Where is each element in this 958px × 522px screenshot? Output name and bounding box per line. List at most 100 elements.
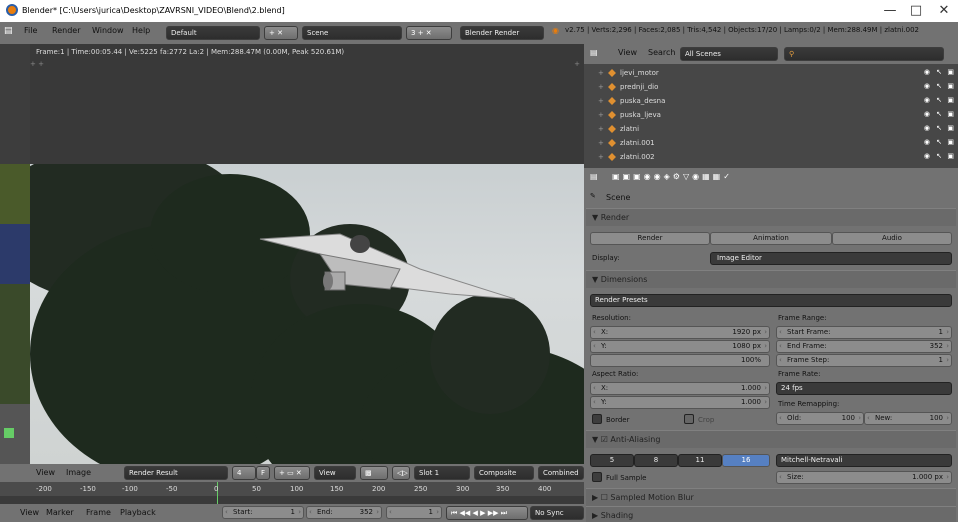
image-select[interactable]: Render Result — [124, 466, 228, 480]
slot-prev-next[interactable]: ◁▷ — [392, 466, 410, 480]
region-toggle-right-icon[interactable]: + — [574, 60, 580, 68]
cursor-icon[interactable]: ↖ — [936, 124, 942, 132]
aspect-y-field[interactable]: ‹ Y: 1.000 › — [590, 396, 770, 409]
image-view-select[interactable]: View — [314, 466, 356, 480]
timeline-marker-menu[interactable]: Marker — [46, 508, 74, 517]
eye-icon[interactable]: ◉ — [924, 124, 930, 132]
camera-icon[interactable]: ▣ — [947, 152, 954, 160]
cursor-icon[interactable]: ↖ — [936, 152, 942, 160]
animation-button[interactable]: Animation — [710, 232, 832, 245]
cursor-icon[interactable]: ↖ — [936, 68, 942, 76]
fake-user-button[interactable]: F — [256, 466, 270, 480]
pin-icon[interactable]: ✎ — [590, 192, 596, 200]
image-new-open-button[interactable]: + ▭ ✕ — [274, 466, 310, 480]
outliner-view-menu[interactable]: View — [618, 48, 637, 57]
sync-select[interactable]: No Sync — [530, 506, 584, 520]
camera-icon[interactable]: ▣ — [947, 138, 954, 146]
frame-step-field[interactable]: ‹ Frame Step: 1 › — [776, 354, 952, 367]
cursor-icon[interactable]: ↖ — [936, 82, 942, 90]
remap-new-field[interactable]: ‹ New: 100 › — [864, 412, 952, 425]
draw-mode-select[interactable]: ▩ — [360, 466, 388, 480]
render-presets-select[interactable]: Render Presets — [590, 294, 952, 307]
outliner-filter-select[interactable]: All Scenes — [680, 47, 778, 61]
timeline-view-menu[interactable]: View — [20, 508, 39, 517]
outliner-row[interactable]: + puska_ljeva ◉ ↖ ▣ — [590, 110, 954, 122]
audio-button[interactable]: Audio — [832, 232, 952, 245]
display-select[interactable]: Image Editor — [710, 252, 952, 265]
close-button[interactable]: ✕ — [934, 2, 954, 20]
motion-blur-panel-header[interactable]: ▶ ☐ Sampled Motion Blur — [586, 488, 956, 506]
timeline-frame-menu[interactable]: Frame — [86, 508, 111, 517]
aa-samples-5[interactable]: 5 — [590, 454, 634, 467]
menu-window[interactable]: Window — [92, 26, 124, 35]
eye-icon[interactable]: ◉ — [924, 138, 930, 146]
camera-icon[interactable]: ▣ — [947, 82, 954, 90]
aa-samples-8[interactable]: 8 — [634, 454, 678, 467]
image-menu[interactable]: Image — [66, 468, 91, 477]
outliner-row[interactable]: + prednji_dio ◉ ↖ ▣ — [590, 82, 954, 94]
playback-controls[interactable]: ⏮ ◀◀ ◀ ▶ ▶▶ ⏭ — [446, 506, 528, 520]
menu-help[interactable]: Help — [132, 26, 150, 35]
eye-icon[interactable]: ◉ — [924, 110, 930, 118]
timeline[interactable]: -200 -150 -100 -50 0 50 100 150 200 250 … — [0, 482, 584, 504]
resolution-x-field[interactable]: ‹ X: 1920 px › — [590, 326, 770, 339]
minimize-button[interactable]: — — [880, 2, 900, 20]
layout-select[interactable]: Default — [166, 26, 260, 40]
dimensions-panel-header[interactable]: ▼ Dimensions — [586, 270, 956, 288]
camera-icon[interactable]: ▣ — [947, 124, 954, 132]
outliner-search-input[interactable]: ⚲ — [784, 47, 944, 61]
camera-icon[interactable]: ▣ — [947, 68, 954, 76]
anti-aliasing-panel-header[interactable]: ▼ ☑ Anti-Aliasing — [586, 430, 956, 448]
remap-old-field[interactable]: ‹ Old: 100 › — [776, 412, 864, 425]
menu-render[interactable]: Render — [52, 26, 80, 35]
outliner-row[interactable]: + puska_desna ◉ ↖ ▣ — [590, 96, 954, 108]
camera-icon[interactable]: ▣ — [947, 110, 954, 118]
scene-add-remove[interactable]: 3 + ✕ — [406, 26, 452, 40]
border-checkbox[interactable] — [592, 414, 602, 424]
outliner-row[interactable]: + zlatni.001 ◉ ↖ ▣ — [590, 138, 954, 150]
eye-icon[interactable]: ◉ — [924, 82, 930, 90]
crop-checkbox[interactable] — [684, 414, 694, 424]
editor-type-icon[interactable]: ▤ — [4, 26, 13, 36]
outliner-row[interactable]: + zlatni.002 ◉ ↖ ▣ — [590, 152, 954, 164]
pass-select[interactable]: Combined — [538, 466, 584, 480]
cursor-icon[interactable]: ↖ — [936, 96, 942, 104]
image-view-menu[interactable]: View — [36, 468, 55, 477]
end-frame-field[interactable]: ‹ End Frame: 352 › — [776, 340, 952, 353]
properties-editor-icon[interactable]: ▤ — [590, 172, 598, 181]
aa-filter-select[interactable]: Mitchell-Netravali — [776, 454, 952, 467]
eye-icon[interactable]: ◉ — [924, 96, 930, 104]
render-button[interactable]: Render — [590, 232, 710, 245]
region-toggle-icon[interactable]: + + — [30, 60, 44, 68]
timeline-playback-menu[interactable]: Playback — [120, 508, 156, 517]
outliner-search-menu[interactable]: Search — [648, 48, 675, 57]
image-editor-viewport[interactable]: Frame:1 | Time:00:05.44 | Ve:5225 fa:277… — [30, 44, 584, 464]
frame-rate-select[interactable]: 24 fps — [776, 382, 952, 395]
maximize-button[interactable]: □ — [906, 2, 926, 20]
outliner-editor-icon[interactable]: ▤ — [590, 48, 598, 57]
context-tabs-icons[interactable]: ▣▣▣◉◉◈⚙▽◉▦▦✓ — [612, 172, 733, 181]
resolution-y-field[interactable]: ‹ Y: 1080 px › — [590, 340, 770, 353]
camera-icon[interactable]: ▣ — [947, 96, 954, 104]
eye-icon[interactable]: ◉ — [924, 152, 930, 160]
slot-select[interactable]: Slot 1 — [414, 466, 470, 480]
end-field[interactable]: ‹ End: 352 › — [306, 506, 382, 519]
scene-select[interactable]: Scene — [302, 26, 402, 40]
outliner-row[interactable]: + ljevi_motor ◉ ↖ ▣ — [590, 68, 954, 80]
layer-select[interactable]: Composite — [474, 466, 534, 480]
render-panel-header[interactable]: ▼ Render — [586, 208, 956, 226]
eye-icon[interactable]: ◉ — [924, 68, 930, 76]
aspect-x-field[interactable]: ‹ X: 1.000 › — [590, 382, 770, 395]
aa-samples-11[interactable]: 11 — [678, 454, 722, 467]
aa-samples-16[interactable]: 16 — [722, 454, 770, 467]
cursor-icon[interactable]: ↖ — [936, 138, 942, 146]
aa-size-field[interactable]: ‹ Size: 1.000 px › — [776, 471, 952, 484]
outliner-row[interactable]: + zlatni ◉ ↖ ▣ — [590, 124, 954, 136]
shading-panel-header[interactable]: ▶ Shading — [586, 506, 956, 522]
start-field[interactable]: ‹ Start: 1 › — [222, 506, 304, 519]
menu-file[interactable]: File — [24, 26, 37, 35]
current-frame-field[interactable]: ‹ 1 › — [386, 506, 442, 519]
cursor-icon[interactable]: ↖ — [936, 110, 942, 118]
start-frame-field[interactable]: ‹ Start Frame: 1 › — [776, 326, 952, 339]
image-users-button[interactable]: 4 — [232, 466, 256, 480]
